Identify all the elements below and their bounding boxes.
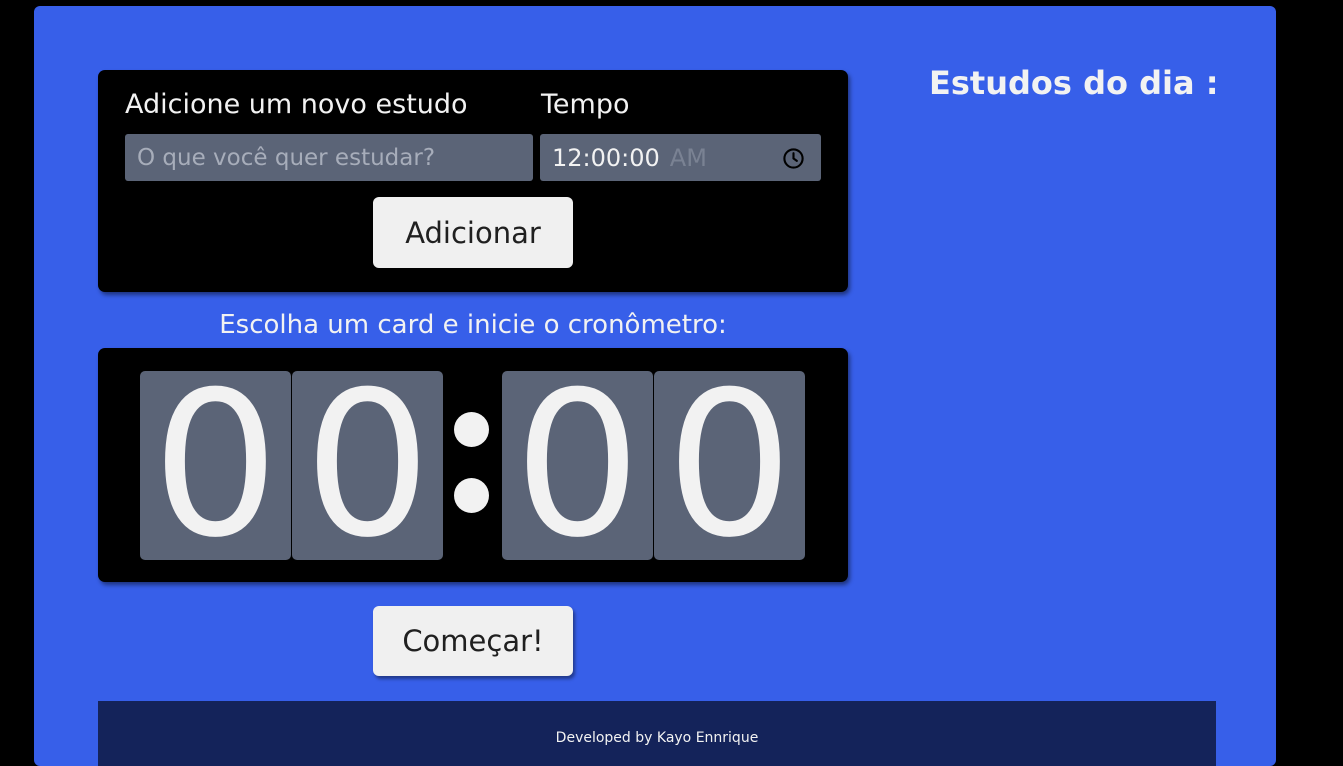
time-ampm: AM <box>669 143 707 172</box>
time-input[interactable]: 12:00:00 AM <box>540 134 821 181</box>
timer-display: 0 0 0 0 <box>98 348 848 582</box>
app-container: Adicione um novo estudo Tempo 12:00:00 A… <box>34 6 1276 766</box>
colon-dot-top <box>454 412 489 447</box>
time-label: Tempo <box>541 89 630 120</box>
study-input[interactable] <box>125 134 533 181</box>
time-value: 12:00:00 <box>552 143 660 172</box>
clock-icon[interactable] <box>782 147 805 170</box>
footer-credit: Developed by Kayo Ennrique <box>555 730 759 746</box>
minutes-ones-digit: 0 <box>292 371 443 560</box>
seconds-tens-digit: 0 <box>502 371 653 560</box>
add-study-form: Adicione um novo estudo Tempo 12:00:00 A… <box>98 70 848 292</box>
minutes-tens-digit: 0 <box>140 371 291 560</box>
seconds-ones-digit: 0 <box>654 371 805 560</box>
chrono-title: Escolha um card e inicie o cronômetro: <box>219 310 727 340</box>
daily-studies-title: Estudos do dia : <box>929 64 1219 102</box>
footer: Developed by Kayo Ennrique <box>98 701 1216 766</box>
study-label: Adicione um novo estudo <box>125 89 468 120</box>
start-button[interactable]: Começar! <box>373 606 573 676</box>
colon-dot-bottom <box>454 478 489 513</box>
add-button[interactable]: Adicionar <box>373 197 573 268</box>
